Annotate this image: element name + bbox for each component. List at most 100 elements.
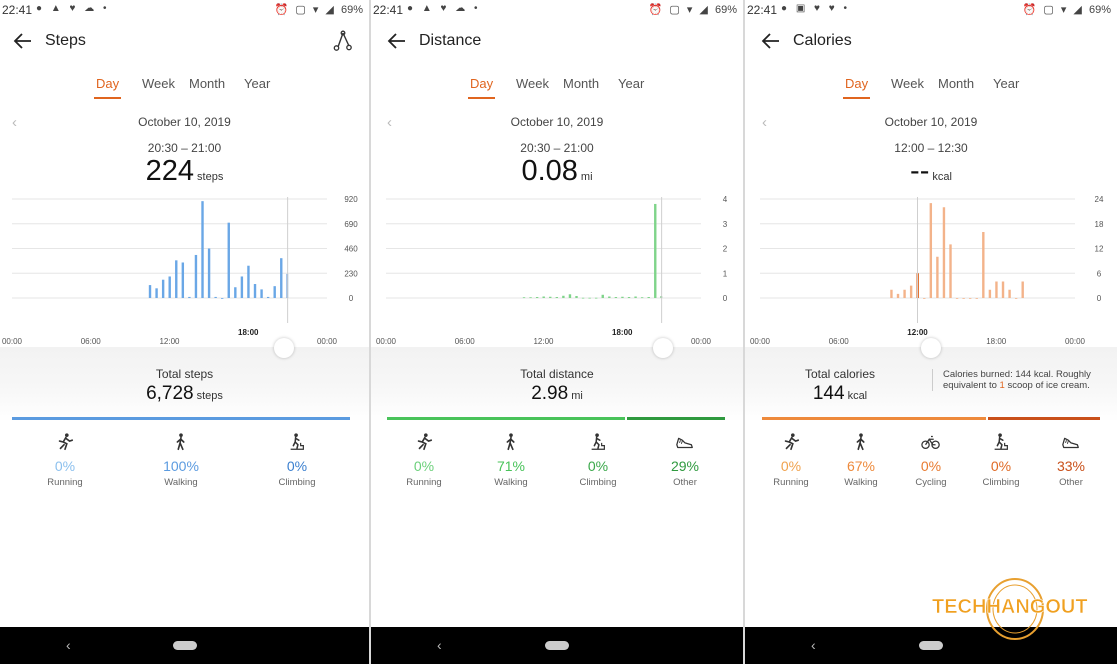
chart-bar[interactable] — [542, 296, 545, 298]
back-arrow-icon[interactable] — [760, 30, 782, 52]
chart-bar[interactable] — [555, 297, 559, 298]
nav-back-icon[interactable]: ‹ — [437, 637, 442, 653]
tab-day[interactable]: Day — [93, 76, 122, 99]
nav-home-button[interactable] — [172, 641, 197, 650]
chart-bar[interactable] — [1021, 281, 1024, 299]
chart-bar[interactable] — [608, 296, 611, 298]
chart-bar[interactable] — [903, 289, 906, 298]
chart-bar[interactable] — [640, 297, 644, 299]
chart-bar[interactable] — [982, 232, 985, 298]
chart-bar[interactable] — [280, 258, 283, 298]
chart-bar[interactable] — [234, 287, 237, 298]
chart-bar[interactable] — [955, 298, 959, 299]
chart-bar[interactable] — [647, 297, 650, 298]
chart-bar[interactable] — [266, 296, 270, 298]
chart-bar[interactable] — [161, 279, 165, 298]
chart-scrubber-handle[interactable] — [653, 338, 673, 358]
status-right: ⏰ ▢ ▾ ◢ 69% — [649, 3, 737, 16]
chart-bar[interactable] — [634, 296, 637, 298]
tab-year[interactable]: Year — [993, 76, 1019, 91]
x-tick-label: 00:00 — [1065, 337, 1086, 346]
chart-bar[interactable] — [201, 201, 204, 298]
chart-bar[interactable] — [614, 297, 618, 298]
chart-bar[interactable] — [549, 296, 552, 298]
tab-year[interactable]: Year — [244, 76, 270, 91]
nav-back-icon[interactable]: ‹ — [66, 637, 71, 653]
chart-bar[interactable] — [890, 289, 893, 298]
chart-bar[interactable] — [627, 297, 631, 298]
chart-bar[interactable] — [1001, 281, 1005, 299]
tab-month[interactable]: Month — [189, 76, 225, 91]
chart-bar[interactable] — [568, 294, 572, 298]
nav-back-icon[interactable]: ‹ — [811, 637, 816, 653]
status-time: 22:41 — [747, 3, 778, 17]
chart-bar[interactable] — [227, 222, 230, 298]
chart-bar[interactable] — [929, 203, 933, 298]
chart-bar[interactable] — [949, 244, 952, 298]
chart-bar[interactable] — [1014, 298, 1018, 299]
y-tick-label: 0 — [349, 294, 354, 303]
chart-bar[interactable] — [995, 281, 998, 299]
status-bar: 22:41 ● ▲ ♥ ☁ • ⏰ ▢ ▾ ◢ 69% — [0, 0, 369, 20]
chart-bar[interactable] — [535, 297, 539, 298]
chart-bar[interactable] — [588, 297, 591, 299]
chart-bar[interactable] — [923, 298, 926, 299]
activity-percentage: 0% — [920, 458, 942, 474]
chart-bar[interactable] — [575, 296, 578, 298]
chart-bar[interactable] — [654, 203, 657, 298]
calories-chart[interactable]: 0 6 12 18 24 00:00 06:00 12:00 18:00 00:00 — [745, 190, 1117, 350]
chart-bar[interactable] — [194, 254, 198, 298]
tab-week[interactable]: Week — [516, 76, 549, 91]
page-title: Calories — [793, 32, 852, 49]
chart-scrubber-handle[interactable] — [274, 338, 294, 358]
activity-running: 0% Running — [756, 432, 826, 488]
chart-bar[interactable] — [529, 297, 532, 299]
chart-bar[interactable] — [214, 296, 217, 298]
back-arrow-icon[interactable] — [12, 30, 34, 52]
chart-bar[interactable] — [1008, 289, 1011, 298]
tab-month[interactable]: Month — [938, 76, 974, 91]
chart-bar[interactable] — [975, 298, 978, 299]
steps-chart-svg[interactable]: 0 230 460 690 920 00:00 06:00 12:00 18:00 00:00 — [0, 190, 369, 350]
chart-bar[interactable] — [240, 276, 244, 298]
chart-bar[interactable] — [562, 295, 565, 298]
chart-bar[interactable] — [207, 248, 211, 299]
chart-bar[interactable] — [962, 298, 965, 299]
distance-chart-svg[interactable]: 0 1 2 3 4 00:00 06:00 12:00 18:00 00:00 — [371, 190, 743, 350]
chart-bar[interactable] — [221, 298, 224, 299]
chart-bar[interactable] — [155, 288, 158, 298]
chart-bar[interactable] — [969, 298, 972, 299]
chart-bar[interactable] — [181, 262, 185, 298]
chart-bar[interactable] — [148, 285, 152, 298]
tab-week[interactable]: Week — [891, 76, 924, 91]
distance-chart[interactable]: 0 1 2 3 4 00:00 06:00 12:00 18:00 00:00 — [371, 190, 743, 350]
route-icon[interactable] — [331, 30, 353, 52]
chart-bar[interactable] — [253, 284, 257, 298]
chart-bar[interactable] — [942, 207, 946, 298]
chart-bar[interactable] — [988, 289, 992, 298]
chart-bar[interactable] — [581, 297, 585, 299]
chart-bar[interactable] — [909, 285, 913, 298]
chart-bar[interactable] — [168, 276, 171, 298]
chart-bar[interactable] — [595, 297, 598, 299]
nav-home-button[interactable] — [545, 641, 569, 650]
chart-bar[interactable] — [621, 296, 624, 298]
tab-day[interactable]: Day — [467, 76, 496, 99]
chart-bar[interactable] — [896, 293, 900, 298]
chart-bar[interactable] — [260, 289, 263, 298]
chart-scrubber-handle[interactable] — [921, 338, 941, 358]
chart-bar[interactable] — [247, 265, 250, 298]
tab-year[interactable]: Year — [618, 76, 644, 91]
chart-bar[interactable] — [188, 296, 191, 298]
tab-week[interactable]: Week — [142, 76, 175, 91]
tab-day[interactable]: Day — [842, 76, 871, 99]
tab-month[interactable]: Month — [563, 76, 599, 91]
back-arrow-icon[interactable] — [386, 30, 408, 52]
steps-chart[interactable]: 0 230 460 690 920 00:00 06:00 12:00 18:00 00:00 — [0, 190, 369, 350]
calories-chart-svg[interactable]: 0 6 12 18 24 00:00 06:00 12:00 18:00 00:00 — [745, 190, 1117, 350]
chart-bar[interactable] — [522, 297, 526, 299]
chart-bar[interactable] — [601, 294, 604, 298]
chart-bar[interactable] — [273, 286, 276, 298]
chart-bar[interactable] — [175, 260, 178, 298]
chart-bar[interactable] — [936, 256, 939, 298]
